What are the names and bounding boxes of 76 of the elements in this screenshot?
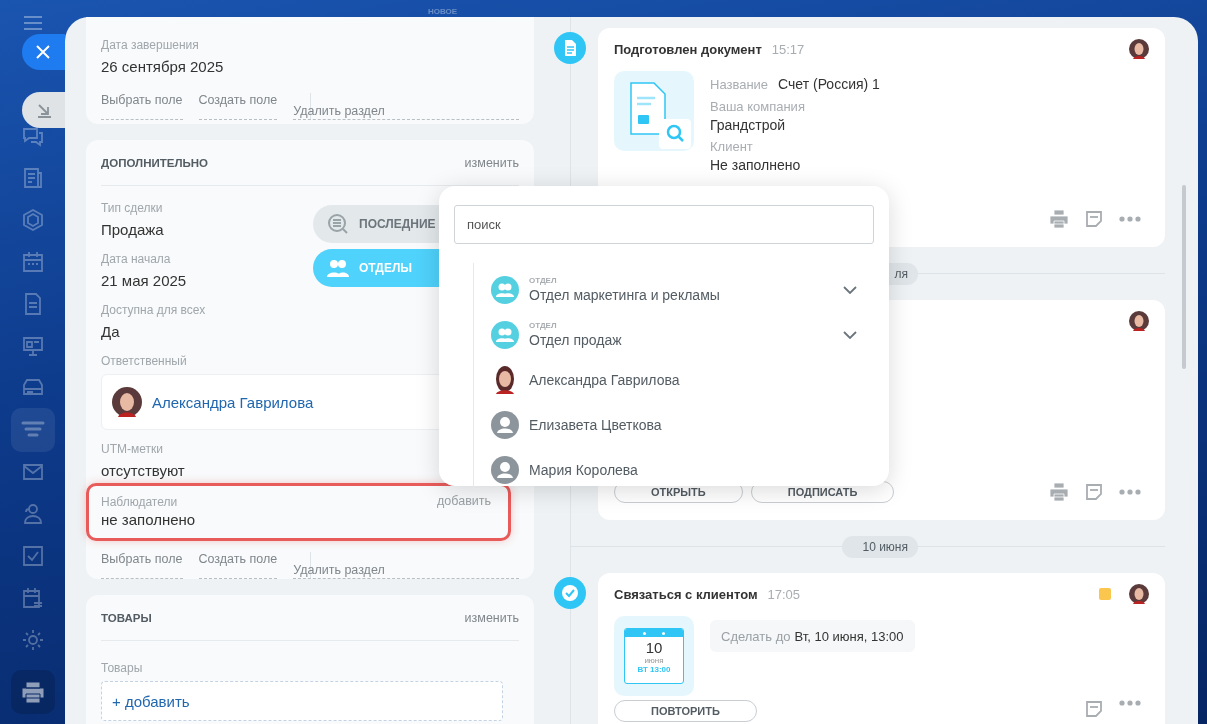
field-label: Доступна для всех bbox=[101, 302, 206, 318]
menu-icon[interactable] bbox=[23, 16, 42, 30]
calendar-icon: 10 июня ВТ 13:00 bbox=[614, 616, 694, 696]
field-value: Продажа bbox=[101, 220, 164, 240]
group-icon bbox=[327, 258, 349, 278]
event-title: Подготовлен документ bbox=[614, 41, 762, 57]
event-time: 17:05 bbox=[767, 586, 801, 602]
close-icon bbox=[36, 45, 50, 59]
picker-item[interactable]: ОТДЕЛ Отдел продаж bbox=[491, 312, 857, 357]
section-title: ТОВАРЫ bbox=[101, 612, 152, 624]
event-time: 15:17 bbox=[771, 41, 805, 57]
person-name[interactable]: Александра Гаврилова bbox=[152, 393, 314, 411]
note-icon[interactable] bbox=[1085, 700, 1103, 718]
property-value: Не заполнено bbox=[710, 156, 802, 175]
action-button[interactable]: ПОВТОРИТЬ bbox=[614, 700, 757, 722]
field-label: Тип сделки bbox=[101, 200, 163, 216]
field-value: отсутствуют bbox=[101, 461, 185, 481]
close-button[interactable] bbox=[22, 34, 65, 70]
field-label: UTM-метки bbox=[101, 441, 163, 457]
field-link[interactable]: Выбрать поле bbox=[101, 552, 183, 579]
field-value: не заполнено bbox=[101, 511, 196, 528]
field-label: Наблюдатели bbox=[101, 494, 178, 510]
field-value: 21 мая 2025 bbox=[101, 271, 187, 291]
section-title: ДОПОЛНИТЕЛЬНО bbox=[101, 157, 208, 169]
field-label: Дата начала bbox=[101, 251, 171, 267]
check-icon[interactable] bbox=[20, 544, 45, 568]
field-value: Да bbox=[101, 322, 120, 342]
search-field[interactable]: поиск bbox=[454, 205, 874, 244]
field-link[interactable]: Создать поле bbox=[198, 93, 278, 120]
add-button[interactable]: + добавить bbox=[101, 681, 503, 721]
field-link[interactable]: Создать поле bbox=[198, 552, 278, 579]
group-icon bbox=[491, 320, 519, 349]
arrow-down-right-icon bbox=[36, 102, 52, 118]
property-value: Грандстрой bbox=[710, 116, 787, 135]
field-value: 26 сентября 2025 bbox=[101, 57, 224, 77]
document-icon bbox=[554, 32, 586, 64]
avatar bbox=[1129, 311, 1149, 331]
property-value: Счет (Россия) 1 bbox=[778, 75, 880, 94]
avatar bbox=[1129, 584, 1149, 604]
edit-link[interactable]: изменить bbox=[464, 156, 519, 170]
tab-label: НОВОЕ bbox=[428, 7, 458, 16]
calendar-icon[interactable] bbox=[20, 250, 45, 274]
avatar bbox=[112, 387, 142, 417]
deadline-chip: Сделать до Вт, 10 июня, 13:00 bbox=[710, 620, 915, 652]
user-icon bbox=[491, 410, 519, 439]
note-icon[interactable] bbox=[1085, 483, 1103, 501]
more-icon[interactable] bbox=[1119, 216, 1141, 222]
check-icon bbox=[554, 577, 586, 609]
event-title: Связаться с клиентом bbox=[614, 586, 758, 602]
calendar-list-icon[interactable] bbox=[20, 586, 45, 610]
board-icon[interactable] bbox=[20, 334, 45, 358]
more-icon[interactable] bbox=[1119, 700, 1141, 706]
funnel-icon[interactable] bbox=[10, 408, 55, 452]
delete-section-link[interactable]: Удалить раздел bbox=[293, 93, 519, 120]
scrollbar[interactable] bbox=[1182, 185, 1186, 369]
edit-link[interactable]: изменить bbox=[464, 611, 519, 625]
date-chip: 10 июня bbox=[842, 535, 918, 558]
property-label: Клиент bbox=[710, 139, 754, 155]
document-preview-icon bbox=[614, 71, 694, 151]
note-icon[interactable] bbox=[1085, 210, 1103, 228]
delete-section-link[interactable]: Удалить раздел bbox=[293, 552, 519, 579]
field-label: Дата завершения bbox=[101, 37, 199, 53]
chevron-down-icon[interactable] bbox=[843, 285, 857, 294]
search-icon bbox=[327, 213, 349, 235]
field-label: Товары bbox=[101, 660, 144, 676]
field-link[interactable]: Выбрать поле bbox=[101, 93, 183, 120]
group-icon bbox=[491, 275, 519, 304]
avatar bbox=[1129, 39, 1149, 59]
collapse-button[interactable] bbox=[22, 92, 65, 128]
field-label: Ответственный bbox=[101, 353, 187, 369]
property-label: Название bbox=[710, 76, 769, 94]
chevron-down-icon[interactable] bbox=[843, 330, 857, 339]
hexagon-icon[interactable] bbox=[20, 208, 45, 232]
property-label: Ваша компания bbox=[710, 99, 806, 115]
printer-icon[interactable] bbox=[10, 670, 55, 714]
more-icon[interactable] bbox=[1119, 489, 1141, 495]
